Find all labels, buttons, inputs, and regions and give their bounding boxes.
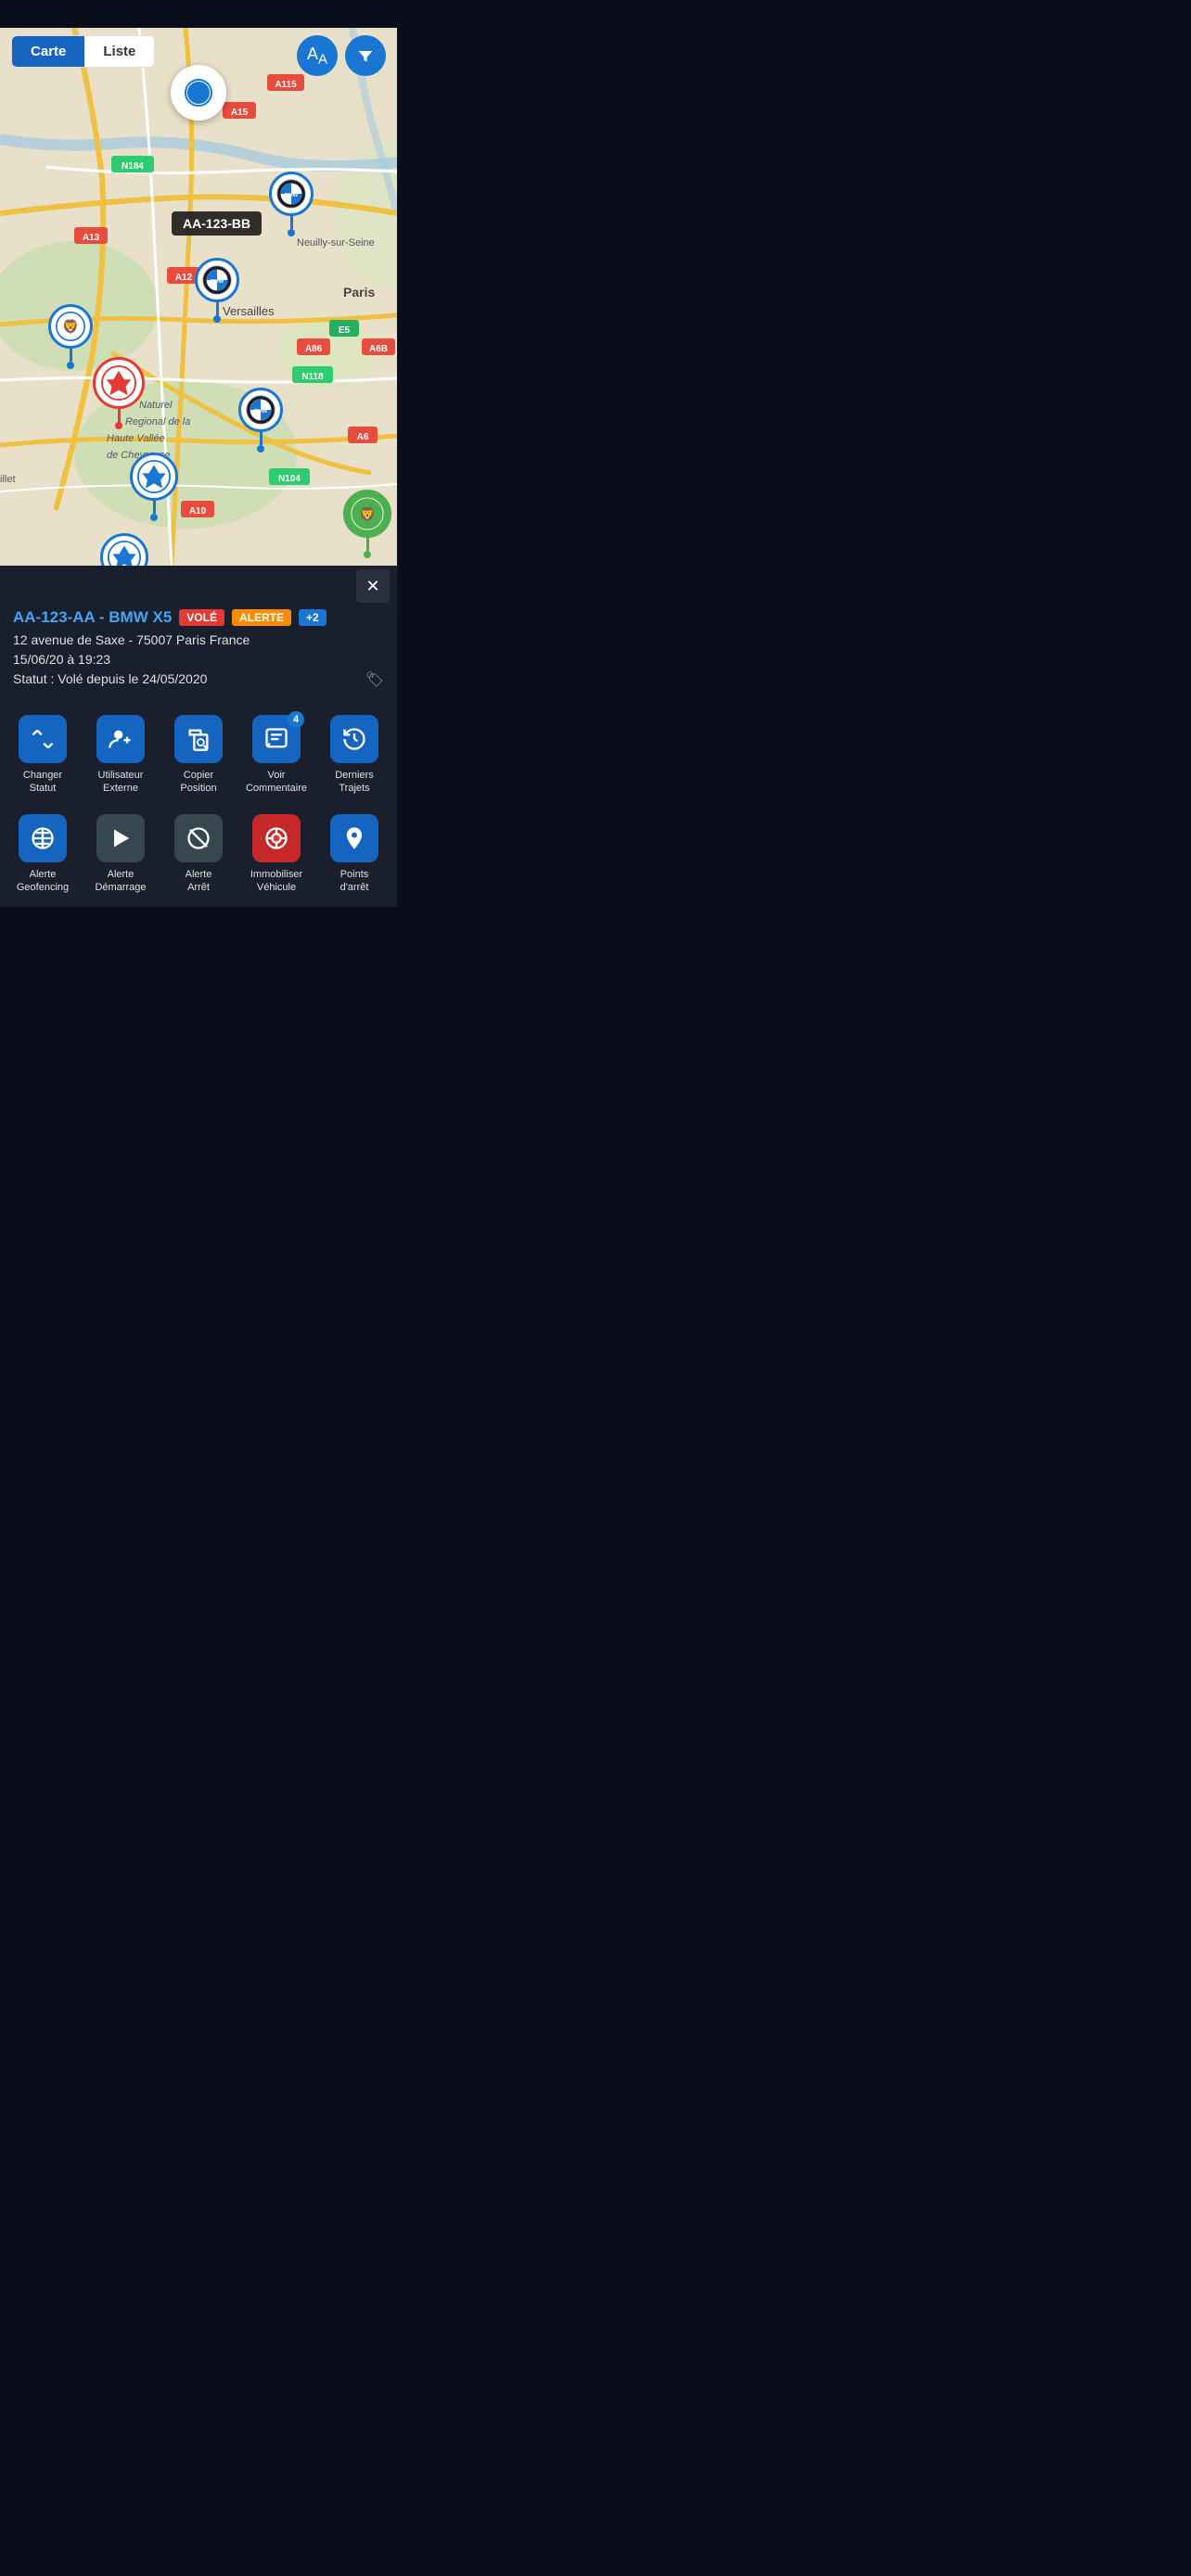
action-label-alerte-arret: AlerteArrêt [186,868,212,895]
action-label-copier-position: CopierPosition [180,769,216,796]
action-icon-changer-statut [19,715,67,763]
map-pin-peugeot1[interactable]: 🦁 [48,304,93,369]
action-icon-immobiliser-vehicule [252,814,301,862]
svg-text:E5: E5 [339,325,351,336]
svg-text:A6B: A6B [369,344,388,354]
map-view: A115 A115 A15 N184 A13 A12 E5 A86 A6B N1… [0,28,397,566]
action-label-alerte-demarrage: AlerteDémarrage [95,868,146,895]
action-label-utilisateur-externe: UtilisateurExterne [98,769,144,796]
map-pin-renault3[interactable] [100,533,148,566]
filter-button[interactable] [345,35,386,76]
map-pin-bmw1[interactable]: BMW [269,172,314,236]
map-pin-renault2[interactable] [130,453,178,521]
center-location-button[interactable] [171,65,226,121]
action-label-changer-statut: ChangerStatut [23,769,62,796]
vehicle-info: AA-123-AA - BMW X5 VOLÉ ALERTE +2 12 ave… [0,603,397,698]
action-label-immobiliser-vehicule: ImmobiliserVéhicule [250,868,302,895]
svg-text:A10: A10 [189,506,207,516]
vehicle-date: 15/06/20 à 19:23 [13,650,384,670]
map-pin-peugeot2[interactable]: 🦁 [343,490,391,558]
action-icon-points-arret [330,814,378,862]
action-buttons-grid: ChangerStatut UtilisateurExterne CopierP… [0,698,397,907]
action-icon-alerte-demarrage [96,814,145,862]
vehicle-status: Statut : Volé depuis le 24/05/2020 [13,670,207,689]
svg-text:Haute Vallée: Haute Vallée [107,433,165,444]
action-icon-derniers-trajets [330,715,378,763]
action-alerte-demarrage[interactable]: AlerteDémarrage [82,805,160,904]
tab-carte[interactable]: Carte [12,36,84,67]
action-icon-alerte-geofencing [19,814,67,862]
badge-plus: +2 [299,609,327,626]
action-label-voir-commentaire: VoirCommentaire [246,769,307,796]
tag-icon: 🏷 [365,670,384,689]
action-immobiliser-vehicule[interactable]: ImmobiliserVéhicule [237,805,315,904]
font-size-button[interactable]: AA [297,35,338,76]
svg-text:illet: illet [0,474,16,485]
action-icon-voir-commentaire: 4 [252,715,301,763]
close-btn-row: ✕ [0,566,397,603]
action-label-points-arret: Pointsd'arrêt [340,868,369,895]
action-label-derniers-trajets: DerniersTrajets [335,769,374,796]
close-panel-button[interactable]: ✕ [356,569,390,603]
vehicle-title-row: AA-123-AA - BMW X5 VOLÉ ALERTE +2 [13,608,384,627]
action-changer-statut[interactable]: ChangerStatut [4,706,82,805]
svg-text:🦁: 🦁 [62,318,79,335]
svg-text:Neuilly-sur-Seine: Neuilly-sur-Seine [297,237,375,249]
vehicle-address: 12 avenue de Saxe - 75007 Paris France [13,631,384,650]
action-icon-copier-position [174,715,223,763]
vehicle-status-row: Statut : Volé depuis le 24/05/2020 🏷 [13,670,384,689]
map-pin-bmw3[interactable]: BMW [238,388,283,453]
svg-text:BMW: BMW [285,193,299,198]
filter-icon [356,46,375,65]
action-icon-alerte-arret [174,814,223,862]
svg-text:A13: A13 [83,233,100,243]
action-utilisateur-externe[interactable]: UtilisateurExterne [82,706,160,805]
badge-alerte: ALERTE [232,609,291,626]
action-points-arret[interactable]: Pointsd'arrêt [315,805,393,904]
status-bar [0,0,397,28]
svg-text:A12: A12 [175,273,193,283]
tab-liste[interactable]: Liste [84,36,154,67]
vehicle-label-callout: AA-123-BB [172,211,262,236]
map-pin-renault1[interactable] [93,357,145,429]
svg-text:N118: N118 [301,372,324,382]
badge-vole: VOLÉ [179,609,224,626]
svg-text:A86: A86 [305,344,323,354]
svg-text:🦁: 🦁 [359,505,376,522]
action-label-alerte-geofencing: AlerteGeofencing [17,868,69,895]
action-derniers-trajets[interactable]: DerniersTrajets [315,706,393,805]
svg-text:BMW: BMW [254,409,268,414]
svg-text:A15: A15 [231,108,249,118]
action-voir-commentaire[interactable]: 4 VoirCommentaire [237,706,315,805]
svg-text:N184: N184 [122,161,144,172]
svg-text:N104: N104 [278,474,301,484]
action-icon-utilisateur-externe [96,715,145,763]
map-pin-bmw2[interactable]: BMW [195,258,239,323]
svg-text:A6: A6 [357,432,369,442]
action-alerte-arret[interactable]: AlerteArrêt [160,805,237,904]
vehicle-detail-panel: ✕ AA-123-AA - BMW X5 VOLÉ ALERTE +2 12 a… [0,566,397,907]
action-copier-position[interactable]: CopierPosition [160,706,237,805]
action-alerte-geofencing[interactable]: AlerteGeofencing [4,805,82,904]
view-tab-group: Carte Liste [11,35,155,68]
vehicle-name: AA-123-AA - BMW X5 [13,608,172,627]
svg-text:BMW: BMW [211,279,224,285]
svg-text:Paris: Paris [343,285,375,300]
